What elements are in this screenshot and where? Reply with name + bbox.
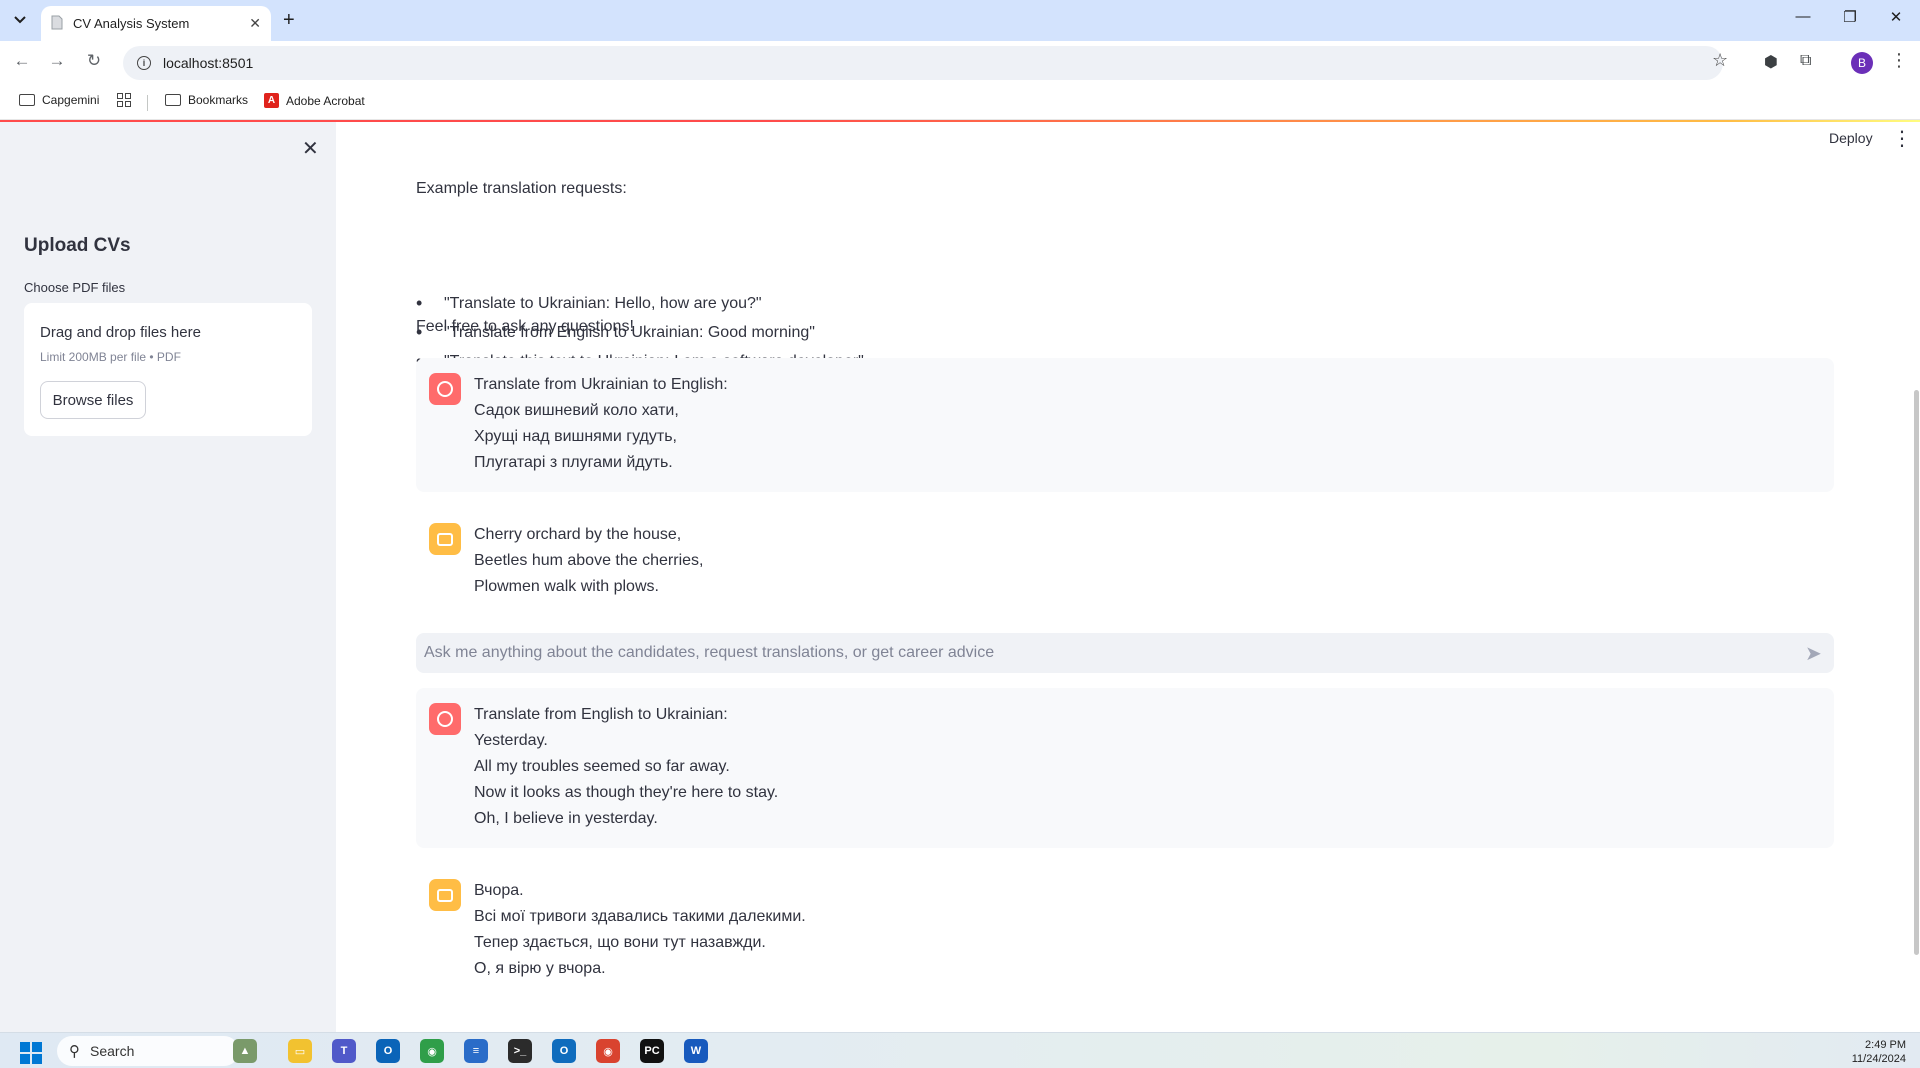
chat-message-assistant: Вчора. Всі мої тривоги здавались такими …	[416, 864, 1834, 998]
word-icon[interactable]: W	[684, 1039, 708, 1063]
back-arrow-icon[interactable]: ←	[10, 51, 34, 71]
user-avatar-icon	[429, 373, 461, 405]
message-line: Plowmen walk with plows.	[474, 578, 659, 595]
widgets-icon[interactable]: ▲	[233, 1039, 257, 1063]
file-explorer-icon[interactable]: ▭	[288, 1039, 312, 1063]
message-line: Cherry orchard by the house,	[474, 526, 682, 543]
bookmarks-bar: Capgemini Bookmarks A Adobe Acrobat	[0, 84, 1920, 120]
acrobat-icon: A	[264, 93, 279, 108]
chrome-profile-icon[interactable]: ◉	[596, 1039, 620, 1063]
browser-menu-icon[interactable]: ⋮	[1890, 50, 1908, 71]
dropzone-limit: Limit 200MB per file • PDF	[40, 350, 181, 364]
deploy-button[interactable]: Deploy	[1829, 130, 1873, 146]
bookmark-divider	[147, 95, 148, 111]
assistant-robot-icon	[429, 879, 461, 911]
search-icon: ⚲	[69, 1043, 80, 1060]
message-line: Translate from Ukrainian to English:	[474, 376, 728, 393]
address-toolbar: ← → ↻ i localhost:8501 ☆ ⬢ ⧉ B ⋮	[0, 41, 1920, 84]
sidebar: ✕ Upload CVs Choose PDF files Drag and d…	[0, 122, 336, 1032]
site-info-icon[interactable]: i	[137, 56, 151, 70]
file-dropzone[interactable]: Drag and drop files here Limit 200MB per…	[24, 303, 312, 436]
minimize-button[interactable]: —	[1780, 8, 1826, 25]
chat-message-assistant: Cherry orchard by the house, Beetles hum…	[416, 508, 1834, 620]
pycharm-icon[interactable]: PC	[640, 1039, 664, 1063]
chrome-icon[interactable]: ◉	[420, 1039, 444, 1063]
message-line: Now it looks as though they're here to s…	[474, 784, 779, 801]
folder-shared-icon	[19, 94, 35, 106]
message-line: Translate from English to Ukrainian:	[474, 706, 728, 723]
message-line: Всі мої тривоги здавались такими далеким…	[474, 908, 806, 925]
message-text: Вчора. Всі мої тривоги здавались такими …	[474, 878, 806, 982]
clock-time: 2:49 PM	[1865, 1039, 1906, 1051]
bookmark-star-icon[interactable]: ☆	[1712, 50, 1728, 71]
chat-input[interactable]	[424, 633, 1774, 673]
bookmark-bookmarks-folder[interactable]: Bookmarks	[165, 93, 248, 107]
main-content: Deploy ⋮ Example translation requests: "…	[336, 122, 1920, 1032]
system-clock[interactable]: 2:49 PM 11/24/2024	[1826, 1038, 1906, 1066]
chat-input-container: ➤	[416, 633, 1834, 673]
apps-grid-button[interactable]	[117, 93, 131, 107]
tab-search-chevron-icon[interactable]	[8, 8, 32, 32]
terminal-icon[interactable]: >_	[508, 1039, 532, 1063]
intro-heading: Example translation requests:	[416, 180, 627, 197]
message-line: Beetles hum above the cherries,	[474, 552, 704, 569]
extensions-puzzle-icon[interactable]: ⧉	[1800, 52, 1811, 70]
url-text: localhost:8501	[163, 55, 254, 71]
chat-message-user: Translate from Ukrainian to English: Сад…	[416, 358, 1834, 492]
message-line: Oh, I believe in yesterday.	[474, 810, 658, 827]
taskbar-search[interactable]: ⚲ Search	[57, 1036, 239, 1066]
forward-arrow-icon[interactable]: →	[45, 51, 69, 71]
apps-grid-icon	[117, 93, 131, 107]
intro-outro: Feel free to ask any questions!	[416, 318, 634, 335]
message-line: Тепер здається, що вони тут назавжди.	[474, 934, 766, 951]
clock-date: 11/24/2024	[1851, 1053, 1906, 1065]
bookmark-label: Bookmarks	[188, 93, 249, 107]
file-uploader-label: Choose PDF files	[24, 280, 126, 295]
message-line: Садок вишневий коло хати,	[474, 402, 679, 419]
browser-tab[interactable]: CV Analysis System ✕	[41, 6, 271, 41]
tab-title: CV Analysis System	[73, 16, 190, 31]
close-window-button[interactable]: ✕	[1873, 8, 1919, 26]
page-document-icon	[51, 15, 63, 33]
close-sidebar-icon[interactable]: ✕	[302, 136, 319, 161]
windows-taskbar: ⚲ Search ▲ ▭ T O ◉ ≡ >_ O ◉ PC W 2:49 PM…	[0, 1032, 1920, 1068]
chat-message-user: Translate from English to Ukrainian: Yes…	[416, 688, 1834, 848]
app-menu-icon[interactable]: ⋮	[1892, 126, 1912, 151]
profile-avatar[interactable]: B	[1851, 52, 1873, 74]
windows-start-icon[interactable]	[20, 1042, 42, 1064]
outlook-icon[interactable]: O	[376, 1039, 400, 1063]
tab-close-icon[interactable]: ✕	[249, 15, 261, 32]
message-line: Yesterday.	[474, 732, 548, 749]
message-text: Translate from Ukrainian to English: Сад…	[474, 372, 728, 476]
message-line: Вчора.	[474, 882, 524, 899]
main-scrollbar[interactable]	[1914, 390, 1919, 955]
taskbar-search-label: Search	[90, 1043, 135, 1059]
browse-files-button[interactable]: Browse files	[40, 381, 146, 419]
message-line: Плугатарі з плугами йдуть.	[474, 454, 673, 471]
notepad-icon[interactable]: ≡	[464, 1039, 488, 1063]
message-line: Хрущі над вишнями гудуть,	[474, 428, 677, 445]
new-tab-button[interactable]: +	[283, 10, 295, 30]
browser-tab-bar: CV Analysis System ✕ + — ❐ ✕	[0, 0, 1920, 41]
folder-icon	[165, 94, 181, 106]
restore-button[interactable]: ❐	[1827, 8, 1873, 26]
sidebar-title: Upload CVs	[24, 235, 131, 256]
message-line: О, я вірю у вчора.	[474, 960, 606, 977]
bookmark-adobe-acrobat[interactable]: A Adobe Acrobat	[264, 93, 365, 108]
url-bar[interactable]: i localhost:8501	[123, 46, 1723, 80]
bookmark-label: Adobe Acrobat	[286, 93, 365, 108]
bookmark-capgemini[interactable]: Capgemini	[19, 93, 99, 107]
message-text: Cherry orchard by the house, Beetles hum…	[474, 522, 703, 600]
message-line: All my troubles seemed so far away.	[474, 758, 730, 775]
dropzone-title: Drag and drop files here	[40, 324, 201, 341]
send-icon[interactable]: ➤	[1805, 641, 1822, 666]
user-avatar-icon	[429, 703, 461, 735]
assistant-robot-icon	[429, 523, 461, 555]
teams-icon[interactable]: T	[332, 1039, 356, 1063]
bookmark-label: Capgemini	[42, 93, 100, 107]
extension-shield-icon[interactable]: ⬢	[1764, 52, 1778, 72]
outlook-new-icon[interactable]: O	[552, 1039, 576, 1063]
reload-icon[interactable]: ↻	[82, 51, 106, 71]
message-text: Translate from English to Ukrainian: Yes…	[474, 702, 778, 832]
